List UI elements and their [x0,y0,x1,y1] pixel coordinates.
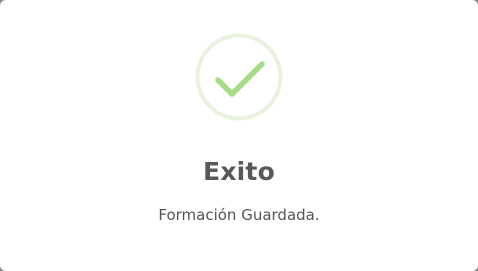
dialog-message: Formación Guardada. [158,206,320,224]
success-check-icon [195,33,283,121]
success-dialog: Exito Formación Guardada. [0,0,478,271]
dialog-title: Exito [203,157,275,186]
